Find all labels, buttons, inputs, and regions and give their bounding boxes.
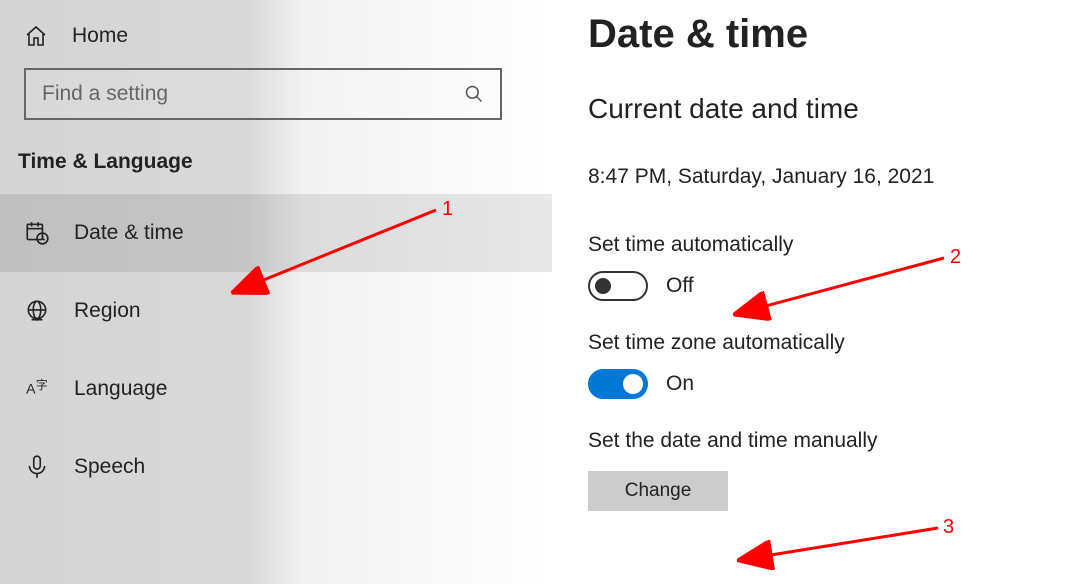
nav-home-label: Home — [72, 24, 128, 48]
sidebar-nav-list: Date & time Region A 字 Language — [0, 194, 552, 506]
sidebar-category-title: Time & Language — [0, 144, 552, 194]
sidebar-item-label: Speech — [74, 455, 145, 479]
home-icon — [24, 24, 48, 48]
search-input[interactable]: Find a setting — [24, 68, 502, 120]
language-character-icon: A 字 — [24, 376, 50, 402]
sidebar-item-label: Region — [74, 299, 141, 323]
search-placeholder: Find a setting — [42, 82, 168, 106]
set-tz-auto-toggle[interactable] — [588, 369, 648, 399]
calendar-clock-icon — [24, 220, 50, 246]
svg-text:A: A — [26, 380, 36, 396]
nav-home[interactable]: Home — [0, 12, 552, 68]
microphone-icon — [24, 454, 50, 480]
sidebar-item-date-time[interactable]: Date & time — [0, 194, 552, 272]
sidebar-item-speech[interactable]: Speech — [0, 428, 552, 506]
globe-icon — [24, 298, 50, 324]
sidebar-item-language[interactable]: A 字 Language — [0, 350, 552, 428]
set-time-auto-toggle[interactable] — [588, 271, 648, 301]
search-icon — [464, 84, 484, 104]
section-title: Current date and time — [588, 93, 1044, 125]
settings-sidebar: Home Find a setting Time & Language — [0, 0, 552, 584]
set-tz-auto-group: Set time zone automatically On — [588, 331, 1044, 399]
page-title: Date & time — [588, 12, 1044, 57]
sidebar-item-label: Date & time — [74, 221, 184, 245]
sidebar-item-region[interactable]: Region — [0, 272, 552, 350]
svg-text:字: 字 — [36, 378, 48, 392]
set-tz-auto-state: On — [666, 372, 694, 396]
set-time-auto-state: Off — [666, 274, 694, 298]
set-tz-auto-label: Set time zone automatically — [588, 331, 1044, 355]
current-datetime-value: 8:47 PM, Saturday, January 16, 2021 — [588, 165, 1044, 189]
sidebar-item-label: Language — [74, 377, 167, 401]
set-time-auto-label: Set time automatically — [588, 233, 1044, 257]
change-button[interactable]: Change — [588, 471, 728, 511]
set-manual-label: Set the date and time manually — [588, 429, 1044, 453]
settings-content: Date & time Current date and time 8:47 P… — [552, 0, 1080, 584]
set-time-auto-group: Set time automatically Off — [588, 233, 1044, 301]
